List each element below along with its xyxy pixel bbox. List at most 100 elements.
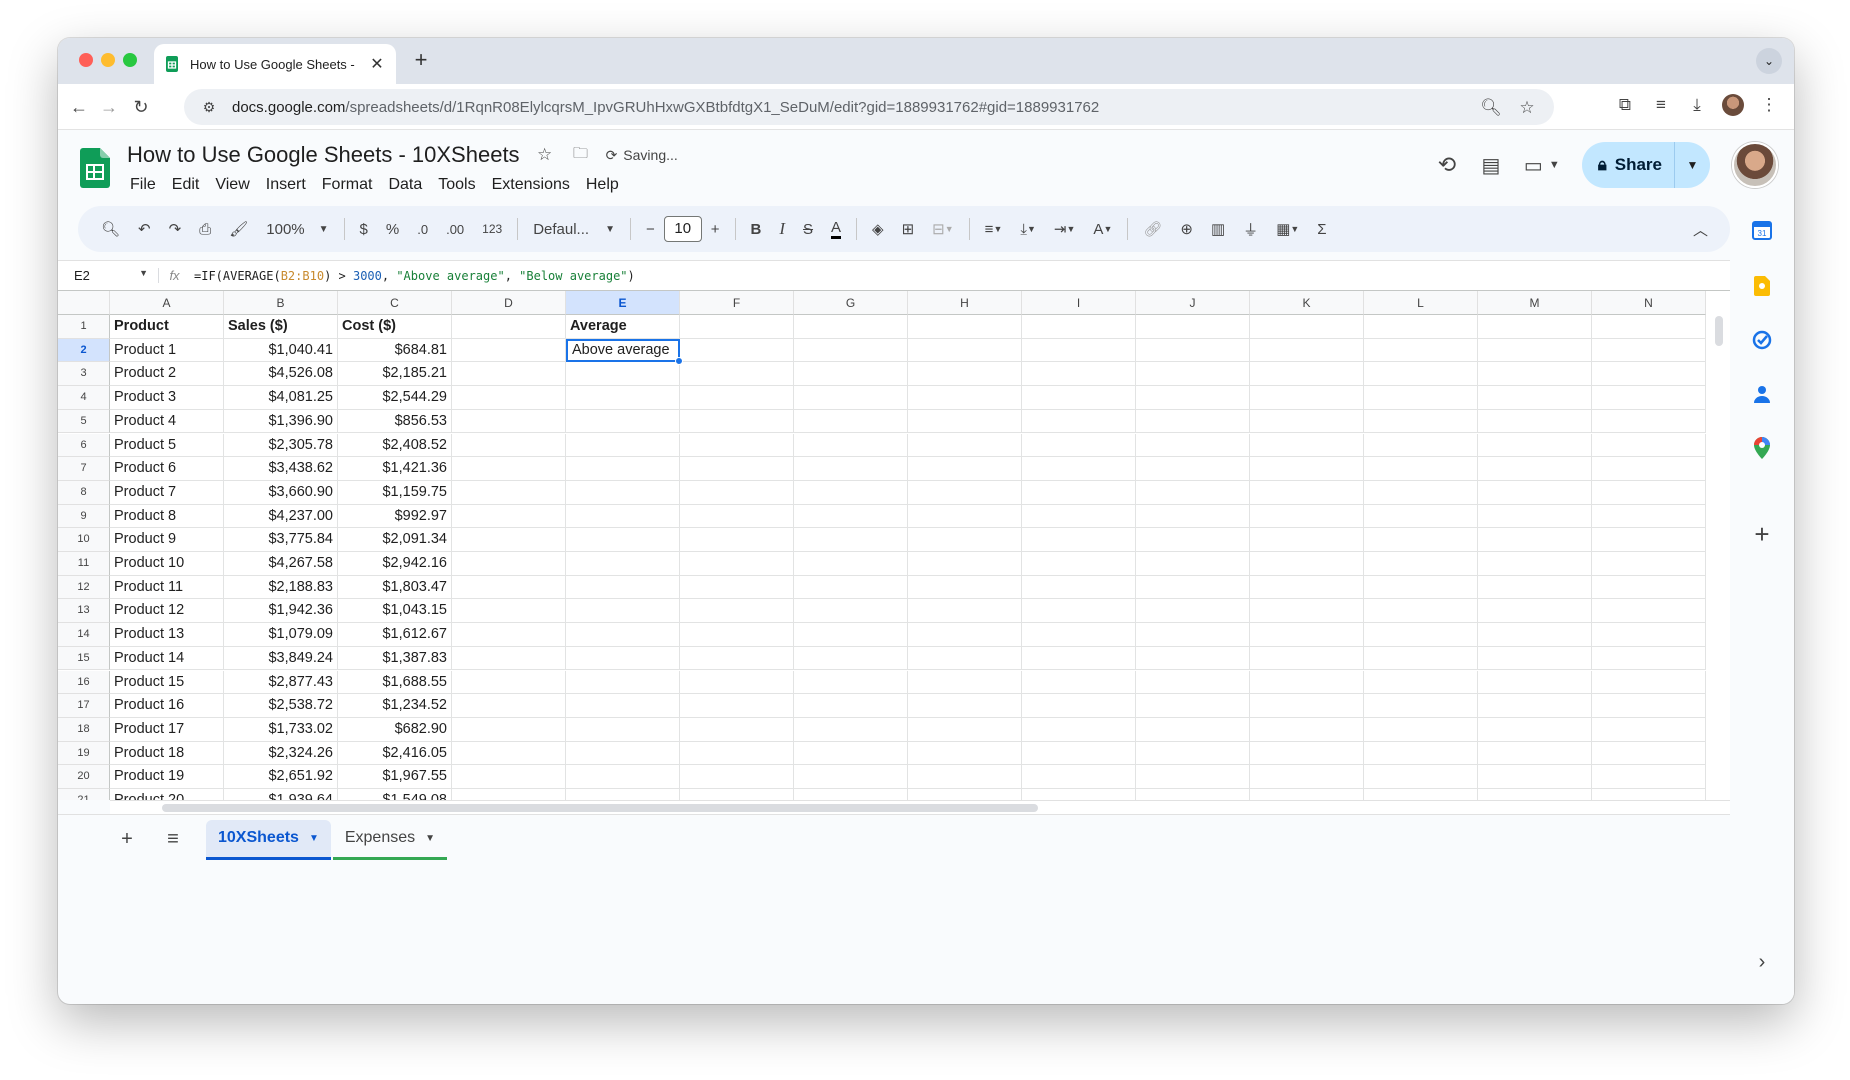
cell-i3[interactable] <box>1022 362 1136 387</box>
cell-l5[interactable] <box>1364 409 1478 434</box>
cell-m14[interactable] <box>1478 623 1592 647</box>
cell-j12[interactable] <box>1136 575 1250 600</box>
cell-l17[interactable] <box>1364 694 1478 718</box>
cell-j11[interactable] <box>1136 552 1250 576</box>
cell-h4[interactable] <box>908 386 1022 410</box>
cell-f8[interactable] <box>680 480 794 505</box>
cell-f11[interactable] <box>680 552 794 576</box>
vertical-align-icon[interactable]: ⤓ ▼ <box>1020 221 1036 238</box>
cell-h18[interactable] <box>908 717 1022 742</box>
cell-i5[interactable] <box>1022 409 1136 434</box>
borders-icon[interactable]: ⊞ <box>902 220 915 238</box>
cell-e17[interactable] <box>566 694 680 718</box>
cell-m1[interactable] <box>1478 315 1592 339</box>
cell-a20[interactable]: Product 19 <box>110 765 224 789</box>
cell-g17[interactable] <box>794 694 908 718</box>
cell-h19[interactable] <box>908 741 1022 766</box>
cell-j9[interactable] <box>1136 504 1250 529</box>
cell-e10[interactable] <box>566 528 680 552</box>
cell-g1[interactable] <box>794 315 908 339</box>
cell-j2[interactable] <box>1136 338 1250 363</box>
cell-a13[interactable]: Product 12 <box>110 599 224 624</box>
cell-h5[interactable] <box>908 409 1022 434</box>
row-header-7[interactable]: 7 <box>58 457 110 481</box>
cell-e19[interactable] <box>566 741 680 766</box>
text-wrapping-icon[interactable]: ⇥ ▼ <box>1054 220 1076 238</box>
cell-i9[interactable] <box>1022 504 1136 529</box>
downloads-icon[interactable]: ⤓ <box>1686 94 1708 116</box>
cell-i19[interactable] <box>1022 741 1136 766</box>
cell-n2[interactable] <box>1592 338 1706 363</box>
horizontal-align-icon[interactable]: ≡ ▼ <box>985 221 1003 238</box>
cell-i17[interactable] <box>1022 694 1136 718</box>
cell-k1[interactable] <box>1250 315 1364 339</box>
share-button[interactable]: 🔒︎ Share <box>1582 142 1674 188</box>
currency-format-button[interactable]: $ <box>360 221 368 238</box>
font-select[interactable]: Defaul... ▼ <box>533 221 615 238</box>
cell-k16[interactable] <box>1250 670 1364 695</box>
cell-m15[interactable] <box>1478 646 1592 671</box>
move-folder-icon[interactable]: 🗀 <box>570 144 592 166</box>
cell-n3[interactable] <box>1592 362 1706 387</box>
contacts-icon[interactable] <box>1750 382 1774 406</box>
cell-f3[interactable] <box>680 362 794 387</box>
cell-a14[interactable]: Product 13 <box>110 623 224 647</box>
horizontal-scroll-thumb[interactable] <box>162 804 1038 812</box>
more-formats-button[interactable]: 123 <box>482 222 502 236</box>
cell-a3[interactable]: Product 2 <box>110 362 224 387</box>
decrease-font-size-button[interactable]: − <box>646 221 655 238</box>
cell-f12[interactable] <box>680 575 794 600</box>
cell-b13[interactable]: $1,942.36 <box>224 599 338 624</box>
row-header-8[interactable]: 8 <box>58 480 110 505</box>
cell-e16[interactable] <box>566 670 680 695</box>
cell-f18[interactable] <box>680 717 794 742</box>
cell-k5[interactable] <box>1250 409 1364 434</box>
name-box[interactable]: E2 ▼ <box>58 268 158 283</box>
cell-h13[interactable] <box>908 599 1022 624</box>
cell-c18[interactable]: $682.90 <box>338 717 452 742</box>
cell-h20[interactable] <box>908 765 1022 789</box>
cell-d17[interactable] <box>452 694 566 718</box>
cell-n9[interactable] <box>1592 504 1706 529</box>
back-button[interactable]: ← <box>66 94 92 120</box>
cell-b7[interactable]: $3,438.62 <box>224 457 338 481</box>
cell-f15[interactable] <box>680 646 794 671</box>
redo-icon[interactable]: ↷ <box>169 220 182 238</box>
insert-chart-icon[interactable]: ▥ <box>1211 220 1225 238</box>
cell-m19[interactable] <box>1478 741 1592 766</box>
menu-extensions[interactable]: Extensions <box>484 174 578 196</box>
cell-j17[interactable] <box>1136 694 1250 718</box>
menu-format[interactable]: Format <box>314 174 381 196</box>
cell-f17[interactable] <box>680 694 794 718</box>
cell-l10[interactable] <box>1364 528 1478 552</box>
cell-g15[interactable] <box>794 646 908 671</box>
column-header-h[interactable]: H <box>908 291 1022 315</box>
cell-e6[interactable] <box>566 433 680 458</box>
all-sheets-button[interactable]: ≡ <box>160 828 186 851</box>
row-header-13[interactable]: 13 <box>58 599 110 624</box>
cell-g18[interactable] <box>794 717 908 742</box>
cell-h15[interactable] <box>908 646 1022 671</box>
row-header-9[interactable]: 9 <box>58 504 110 529</box>
cell-l19[interactable] <box>1364 741 1478 766</box>
cell-b21[interactable]: $1,939.64 <box>224 789 338 800</box>
row-header-1[interactable]: 1 <box>58 315 110 339</box>
cell-a11[interactable]: Product 10 <box>110 552 224 576</box>
cell-d21[interactable] <box>452 789 566 800</box>
show-side-panel-icon[interactable]: › <box>1750 950 1774 974</box>
cell-d4[interactable] <box>452 386 566 410</box>
cell-m12[interactable] <box>1478 575 1592 600</box>
cell-g13[interactable] <box>794 599 908 624</box>
cell-j10[interactable] <box>1136 528 1250 552</box>
row-header-2[interactable]: 2 <box>58 338 110 363</box>
cell-e11[interactable] <box>566 552 680 576</box>
cell-e20[interactable] <box>566 765 680 789</box>
cell-k20[interactable] <box>1250 765 1364 789</box>
font-size-input[interactable]: 10 <box>663 216 702 242</box>
cell-m8[interactable] <box>1478 480 1592 505</box>
cell-k18[interactable] <box>1250 717 1364 742</box>
cell-k4[interactable] <box>1250 386 1364 410</box>
cell-i7[interactable] <box>1022 457 1136 481</box>
cell-c14[interactable]: $1,612.67 <box>338 623 452 647</box>
column-header-f[interactable]: F <box>680 291 794 315</box>
